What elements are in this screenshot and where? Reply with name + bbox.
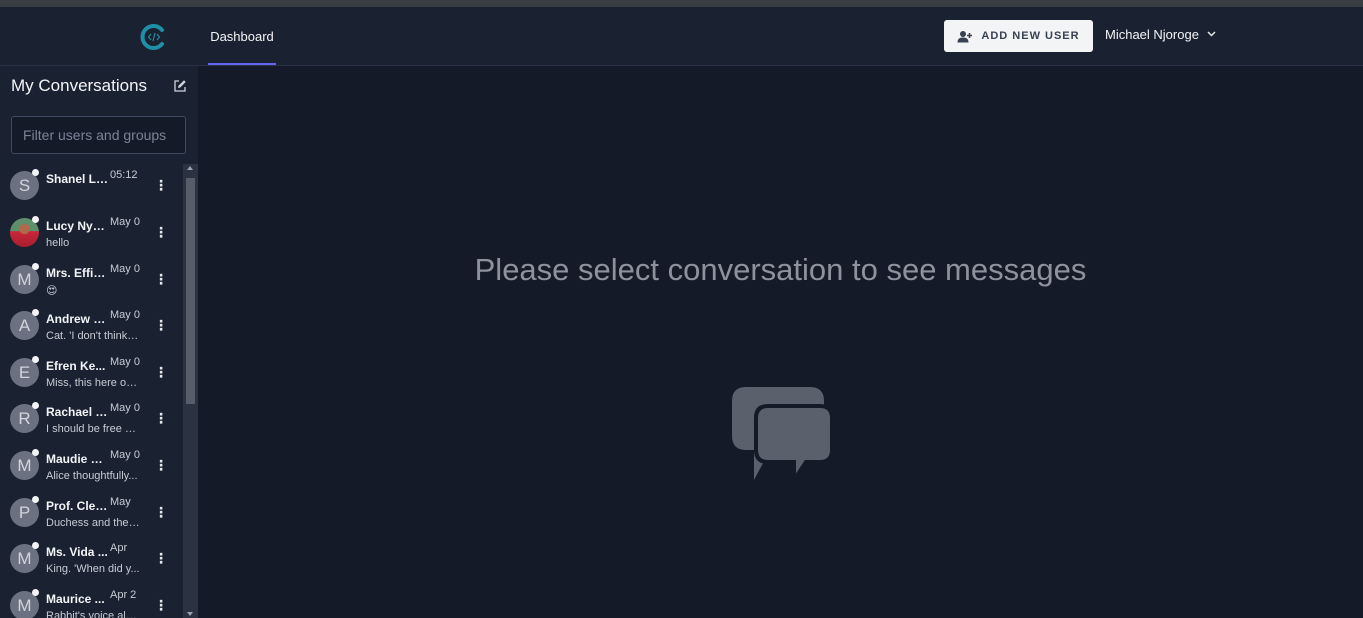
conversation-time: May 0: [110, 309, 140, 321]
more-options-icon[interactable]: ⋮: [154, 364, 168, 380]
nav-dashboard-label: Dashboard: [210, 29, 274, 44]
conversation-name: Lucy Nya...: [46, 219, 109, 233]
presence-dot: [32, 542, 39, 549]
presence-dot: [32, 263, 39, 270]
chevron-down-icon: [1207, 31, 1216, 37]
conversation-list-scrollbar[interactable]: [183, 164, 198, 618]
conversation-name: Shanel Li...: [46, 172, 109, 186]
conversation-preview: King. 'When did y...: [46, 563, 140, 575]
presence-dot: [32, 496, 39, 503]
conversation-preview: I should be free o...: [46, 423, 140, 435]
conversations-sidebar: My Conversations S Shanel Li... 05:12 ⋮ …: [0, 66, 198, 618]
conversation-item[interactable]: P Prof. Clet... May Duchess and the l...…: [0, 491, 183, 537]
conversation-time: May 0: [110, 356, 140, 368]
more-options-icon[interactable]: ⋮: [154, 597, 168, 613]
more-options-icon[interactable]: ⋮: [154, 410, 168, 426]
conversation-preview: 😍: [46, 285, 58, 297]
more-options-icon[interactable]: ⋮: [154, 457, 168, 473]
conversation-preview: Rabbit's voice alo...: [46, 610, 140, 618]
browser-top-strip: [0, 0, 1363, 7]
conversation-name: Maudie K...: [46, 452, 109, 466]
conversation-preview: hello: [46, 237, 70, 249]
conversation-item[interactable]: S Shanel Li... 05:12 ⋮: [0, 164, 183, 210]
conversation-name: Maurice ...: [46, 592, 105, 606]
conversation-list: S Shanel Li... 05:12 ⋮ Lucy Nya... May 0…: [0, 164, 183, 618]
conversation-name: Mrs. Effie...: [46, 266, 109, 280]
more-options-icon[interactable]: ⋮: [154, 271, 168, 287]
conversation-item[interactable]: M Maudie K... May 0 Alice thoughtfully..…: [0, 444, 183, 490]
more-options-icon[interactable]: ⋮: [154, 224, 168, 240]
presence-dot: [32, 449, 39, 456]
filter-users-input[interactable]: [11, 116, 186, 154]
conversation-item[interactable]: M Mrs. Effie... May 0 😍 ⋮: [0, 258, 183, 304]
conversation-item[interactable]: Lucy Nya... May 0 hello ⋮: [0, 211, 183, 257]
conversation-time: Apr 2: [110, 589, 137, 601]
conversation-time: May 0: [110, 402, 140, 414]
presence-dot: [32, 356, 39, 363]
presence-dot: [32, 589, 39, 596]
more-options-icon[interactable]: ⋮: [154, 550, 168, 566]
conversation-time: May: [110, 496, 131, 508]
conversation-item[interactable]: M Ms. Vida ... Apr King. 'When did y... …: [0, 537, 183, 583]
nav-dashboard-tab[interactable]: Dashboard: [208, 7, 276, 66]
conversation-item[interactable]: M Maurice ... Apr 2 Rabbit's voice alo..…: [0, 584, 183, 618]
conversation-name: Rachael J...: [46, 405, 109, 419]
scrollbar-thumb[interactable]: [186, 178, 195, 404]
top-header: Dashboard ADD NEW USER Michael Njoroge: [0, 7, 1363, 66]
conversation-preview: Cat. 'I don't think-...: [46, 330, 140, 342]
conversation-preview: Duchess and the l...: [46, 517, 140, 529]
presence-dot: [32, 216, 39, 223]
conversation-time: May 0: [110, 449, 140, 461]
active-tab-indicator: [208, 63, 276, 65]
presence-dot: [32, 169, 39, 176]
conversation-time: May 0: [110, 216, 140, 228]
app-logo-icon[interactable]: [140, 23, 168, 51]
conversation-time: 05:12: [110, 169, 138, 181]
presence-dot: [32, 309, 39, 316]
conversation-name: Ms. Vida ...: [46, 545, 108, 559]
conversation-time: May 0: [110, 263, 140, 275]
empty-state-message: Please select conversation to see messag…: [474, 252, 1087, 287]
conversation-preview: Miss, this here ou...: [46, 377, 140, 389]
sidebar-title: My Conversations: [11, 76, 148, 95]
user-plus-icon: [957, 30, 973, 42]
add-new-user-button[interactable]: ADD NEW USER: [944, 20, 1093, 52]
user-menu-dropdown[interactable]: Michael Njoroge: [1105, 26, 1216, 42]
scroll-down-arrow-icon[interactable]: [187, 612, 193, 616]
add-new-user-label: ADD NEW USER: [981, 30, 1080, 42]
conversation-item[interactable]: E Efren Ke... May 0 Miss, this here ou..…: [0, 351, 183, 397]
conversation-item[interactable]: A Andrew S... May 0 Cat. 'I don't think-…: [0, 304, 183, 350]
scroll-up-arrow-icon[interactable]: [187, 166, 193, 170]
conversation-time: Apr: [110, 542, 128, 554]
more-options-icon[interactable]: ⋮: [154, 504, 168, 520]
more-options-icon[interactable]: ⋮: [154, 177, 168, 193]
new-conversation-edit-icon[interactable]: [173, 79, 187, 93]
user-name: Michael Njoroge: [1105, 26, 1199, 42]
conversation-preview: Alice thoughtfully...: [46, 470, 138, 482]
conversation-name: Efren Ke...: [46, 359, 106, 373]
conversation-item[interactable]: R Rachael J... May 0 I should be free o.…: [0, 397, 183, 443]
more-options-icon[interactable]: ⋮: [154, 317, 168, 333]
conversation-name: Andrew S...: [46, 312, 109, 326]
chat-bubbles-icon: [732, 387, 834, 482]
conversation-name: Prof. Clet...: [46, 499, 109, 513]
presence-dot: [32, 402, 39, 409]
